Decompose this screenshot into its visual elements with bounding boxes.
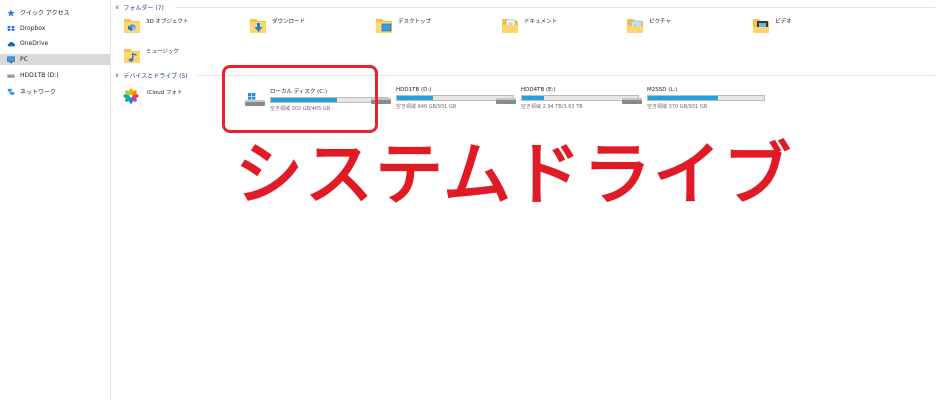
drive-l[interactable]: M2SSD (L:) 空き領域 370 GB/931 GB [621,87,765,110]
folder-label: ドキュメント [524,19,558,25]
drive-icon [7,73,15,78]
drive-usage-fill [522,96,545,100]
folder-label: ピクチャ [649,19,671,25]
chevron-down-icon: ∨ [115,3,120,11]
icloud-photos-item[interactable]: iCloud フォト [121,86,183,106]
devices-section-title: デバイスとドライブ (5) [123,72,188,80]
network-icon [7,88,15,95]
desktop-folder-icon [376,19,392,33]
folder-label: ダウンロード [272,19,306,25]
pictures-folder-icon [627,19,643,33]
music-folder-icon [124,49,140,63]
folder-label: 3D オブジェクト [146,19,189,25]
cloud-icon [7,41,15,46]
monitor-icon [7,56,15,63]
drive-free-space: 空き領域 370 GB/931 GB [647,104,708,110]
folder-label: デスクトップ [398,19,432,25]
drive-usage-fill [397,96,433,100]
drive-icon [622,97,642,104]
folder-downloads[interactable]: ダウンロード [249,15,305,35]
nav-item-quick-access[interactable]: クイック アクセス [0,7,110,18]
chevron-down-icon: ∨ [115,71,120,79]
nav-item-network[interactable]: ネットワーク [0,86,110,97]
icloud-photos-icon [121,86,141,106]
folder-label: ミュージック [146,49,179,55]
drive-name: M2SSD (L:) [647,87,678,93]
system-drive-annotation: システムドライブ [235,136,793,215]
nav-item-label: HDD1TB (D:) [20,72,59,79]
drive-icon [496,97,516,104]
nav-item-onedrive[interactable]: OneDrive [0,38,110,49]
section-divider [175,7,935,8]
nav-item-label: ネットワーク [20,89,57,96]
nav-item-label: OneDrive [20,40,49,47]
folders-section-title: フォルダー (7) [123,4,164,12]
navigation-pane: クイック アクセス Dropbox OneDrive PC HDD1TB (D:… [0,0,111,400]
nav-item-label: Dropbox [20,25,46,32]
folder-pictures[interactable]: ピクチャ [626,15,671,35]
documents-folder-icon [502,19,518,33]
nav-item-pc[interactable]: PC [0,54,110,65]
drive-usage-bar [647,95,765,101]
icloud-photos-label: iCloud フォト [147,90,183,96]
folder-music[interactable]: ミュージック [123,45,179,65]
drive-usage-fill [648,96,718,100]
folder-documents[interactable]: ドキュメント [501,15,557,35]
drive-d[interactable]: HDD1TB (D:) 空き領域 646 GB/931 GB [370,87,514,110]
folder-desktop[interactable]: デスクトップ [375,15,431,35]
system-drive-highlight-box [222,65,378,133]
drive-e[interactable]: HDD4TB (E:) 空き領域 2.94 TB/3.63 TB [495,87,639,110]
folder-label: ビデオ [775,19,792,25]
folder-3d-objects[interactable]: 3D オブジェクト [123,15,188,35]
dropbox-icon [7,25,15,31]
downloads-folder-icon [250,19,266,33]
nav-item-label: クイック アクセス [20,10,70,17]
videos-folder-icon [753,19,769,33]
nav-item-hdd1tb[interactable]: HDD1TB (D:) [0,70,110,81]
folders-section-header[interactable]: ∨ フォルダー (7) [115,2,935,12]
nav-item-label: PC [20,56,28,63]
nav-item-dropbox[interactable]: Dropbox [0,23,110,34]
star-icon [7,8,15,16]
folder-videos[interactable]: ビデオ [752,15,792,35]
3d-objects-folder-icon [124,19,140,33]
